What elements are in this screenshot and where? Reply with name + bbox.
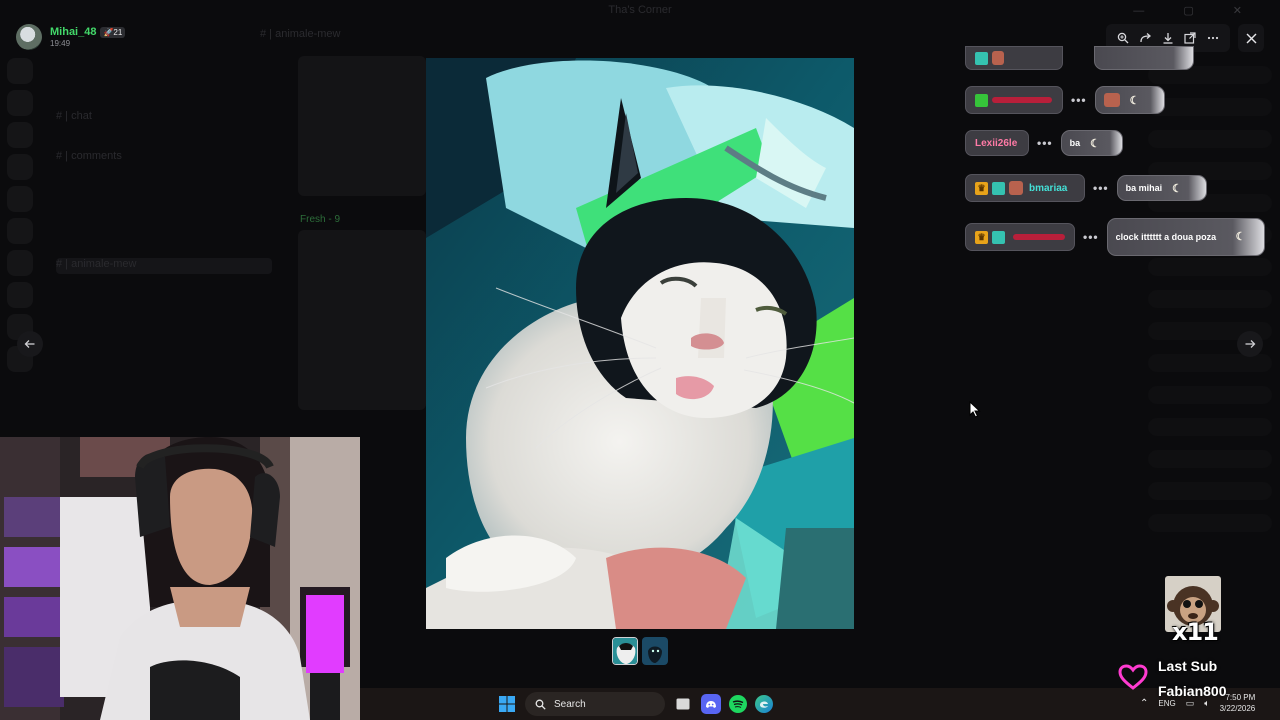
image-author: Mihai_48 🚀21 19:49 — [16, 24, 126, 50]
chat-username — [965, 86, 1063, 114]
clock-date: 3/22/2026 — [1219, 704, 1256, 713]
close-icon — [1246, 33, 1256, 43]
window-title: Tha's Corner — [608, 4, 672, 16]
cat-photo[interactable] — [426, 58, 854, 629]
start-button[interactable] — [497, 694, 517, 714]
background-image-tile — [298, 56, 426, 196]
chat-dots: ••• — [1071, 93, 1087, 107]
channel-animale: # | animale-mew — [56, 258, 272, 274]
more-icon[interactable] — [1203, 28, 1223, 48]
taskbar-search[interactable]: Search — [525, 692, 665, 716]
forward-icon[interactable] — [1136, 28, 1156, 48]
sub-badge-icon — [992, 181, 1005, 195]
background-image-tile — [298, 230, 426, 410]
chat-message: ♛ bmariaa ••• ba mihai ☾ — [965, 174, 1207, 202]
moon-icon: ☾ — [1129, 94, 1140, 107]
background-tag: Fresh - 9 — [300, 214, 341, 225]
server-rail — [0, 52, 40, 432]
moon-icon: ☾ — [1172, 182, 1182, 195]
crown-badge-icon: ♛ — [975, 181, 988, 195]
screen: Tha's Corner — ▢ ✕ # | animale-mew # | c… — [0, 0, 1280, 720]
channel-header: # | animale-mew — [260, 28, 341, 40]
spotify-icon[interactable] — [729, 695, 747, 713]
open-external-icon[interactable] — [1180, 28, 1200, 48]
channel-list: # | chat # | comments # | animale-mew — [48, 52, 280, 432]
chat-username-text: Lexii26le — [975, 137, 1018, 149]
download-icon[interactable] — [1158, 28, 1178, 48]
chat-message-partial — [965, 46, 1194, 70]
chat-username-text: bmariaa — [1029, 182, 1068, 194]
task-view-icon[interactable] — [673, 694, 693, 714]
arrow-left-icon — [24, 340, 35, 348]
post-time: 19:49 — [50, 38, 71, 48]
emote-badge-icon — [1009, 181, 1023, 195]
chat-bubble: clock itttttt a doua poza ☾ — [1106, 218, 1265, 256]
mouse-cursor-icon — [969, 401, 981, 418]
chat-message: ••• ☾ — [965, 86, 1165, 114]
channel-chat: # | chat — [56, 110, 92, 122]
taskbar-icons: Search — [497, 692, 773, 716]
chat-username — [965, 46, 1063, 70]
channel-comments: # | comments — [56, 150, 122, 162]
previous-image-button[interactable] — [17, 331, 43, 357]
volume-icon[interactable]: 🔈︎ — [1204, 698, 1209, 709]
chat-bubble: ba mihai ☾ — [1116, 175, 1207, 201]
chat-message: ♛ ••• clock itttttt a doua poza ☾ — [965, 218, 1265, 256]
chat-dots: ••• — [1093, 181, 1109, 195]
thumbnail-strip — [612, 637, 668, 665]
avatar[interactable] — [16, 24, 42, 50]
chat-message-text: ba — [1069, 138, 1081, 148]
search-icon — [535, 699, 546, 710]
sub-alert-title: Last Sub — [1158, 658, 1218, 674]
moon-icon: ☾ — [1235, 231, 1246, 243]
heart-icon — [1118, 664, 1148, 690]
window-controls: — ▢ ✕ — [1133, 5, 1260, 17]
chat-username: ♛ bmariaa — [965, 174, 1085, 202]
sub-alert-name: Fabian800 — [1158, 683, 1227, 699]
discord-icon[interactable] — [701, 694, 721, 714]
search-placeholder: Search — [554, 698, 586, 710]
chat-bubble: ☾ — [1094, 86, 1165, 114]
author-badge: 🚀21 — [100, 26, 126, 38]
thumbnail-1[interactable] — [612, 637, 638, 665]
sub-count: x11 — [1172, 618, 1219, 646]
author-name[interactable]: Mihai_48 — [50, 26, 96, 38]
crown-badge-icon: ♛ — [975, 230, 988, 244]
sub-badge-icon — [992, 230, 1005, 244]
windows-icon — [499, 696, 515, 712]
chat-message-text: clock itttttt a doua poza — [1115, 232, 1217, 242]
arrow-right-icon — [1245, 340, 1256, 348]
zoom-icon[interactable] — [1113, 28, 1133, 48]
chat-bubble: ba ☾ — [1060, 130, 1123, 156]
display-icon[interactable]: ▭ — [1186, 698, 1195, 709]
next-image-button[interactable] — [1237, 331, 1263, 357]
chat-bubble — [1094, 46, 1194, 70]
close-viewer-button[interactable] — [1238, 24, 1264, 52]
chevron-up-icon[interactable]: ⌃ — [1140, 698, 1148, 709]
thumbnail-2[interactable] — [642, 637, 668, 665]
chat-dots: ••• — [1083, 230, 1099, 244]
language-indicator[interactable]: ENG — [1158, 699, 1175, 708]
webcam-overlay — [0, 437, 360, 720]
chat-dots: ••• — [1037, 136, 1053, 150]
chat-username: ♛ — [965, 223, 1075, 251]
chat-message-text: ba mihai — [1125, 183, 1163, 193]
edge-icon[interactable] — [755, 695, 773, 713]
chat-username: Lexii26le — [965, 130, 1029, 156]
chat-message: Lexii26le ••• ba ☾ — [965, 130, 1123, 156]
moon-icon: ☾ — [1090, 137, 1100, 150]
